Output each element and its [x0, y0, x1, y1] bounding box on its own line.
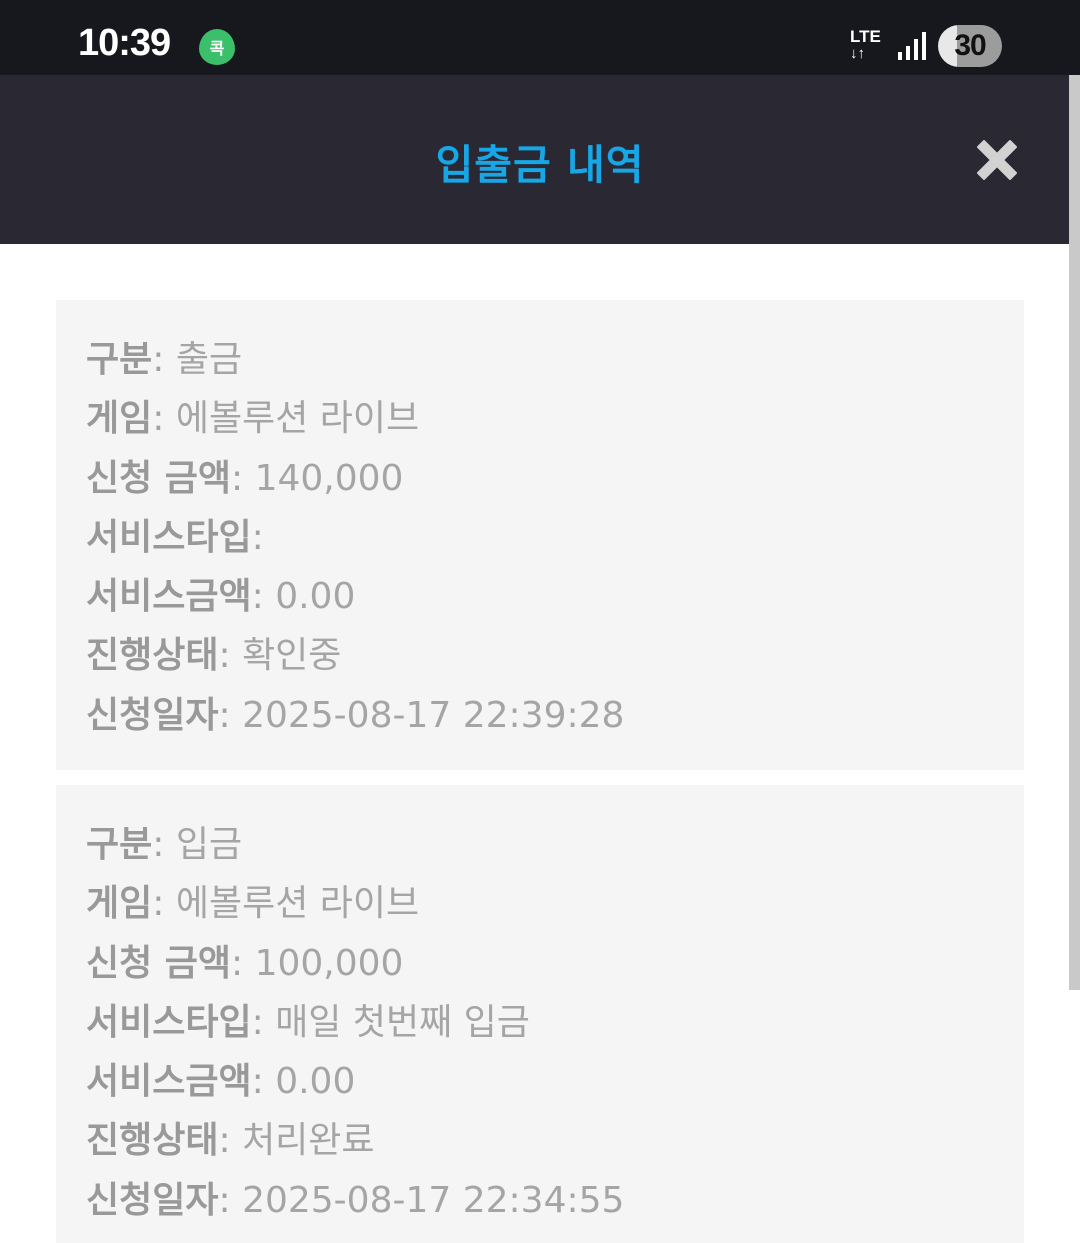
transaction-card: 구분: 출금 게임: 에볼루션 라이브 신청 금액: 140,000 서비스타입… — [56, 300, 1024, 770]
separator: : — [218, 694, 243, 736]
date-value: 2025-08-17 22:39:28 — [242, 694, 625, 736]
service-amount-label: 서비스금액 — [86, 1061, 252, 1103]
battery-icon: 30 — [938, 25, 1002, 67]
type-row: 구분: 출금 — [86, 330, 1024, 389]
status-value: 처리완료 — [242, 1120, 375, 1162]
status-bar: 10:39 콕 LTE ↓↑ 30 — [0, 0, 1080, 75]
service-type-label: 서비스타입 — [86, 1001, 252, 1043]
amount-row: 신청 금액: 100,000 — [86, 934, 1024, 993]
separator: : — [231, 942, 255, 984]
game-row: 게임: 에볼루션 라이브 — [86, 874, 1024, 933]
separator: : — [152, 824, 176, 865]
type-label: 구분 — [86, 339, 153, 380]
page-title: 입출금 내역 — [435, 141, 645, 189]
service-amount-label: 서비스금액 — [86, 576, 252, 618]
amount-label: 신청 금액 — [86, 457, 232, 499]
status-time: 10:39 — [78, 22, 171, 64]
separator: : — [251, 1001, 276, 1043]
status-label: 진행상태 — [86, 1120, 219, 1162]
amount-value: 100,000 — [254, 942, 404, 984]
type-row: 구분: 입금 — [86, 815, 1024, 874]
service-type-value: 매일 첫번째 입금 — [275, 1001, 530, 1043]
separator: : — [218, 1120, 243, 1162]
date-row: 신청일자: 2025-08-17 22:39:28 — [86, 686, 1024, 745]
separator: : — [251, 516, 264, 558]
service-amount-value: 0.00 — [275, 576, 356, 618]
transaction-card: 구분: 입금 게임: 에볼루션 라이브 신청 금액: 100,000 서비스타입… — [56, 785, 1024, 1243]
status-row: 진행상태: 처리완료 — [86, 1111, 1024, 1170]
scrollbar[interactable] — [1069, 75, 1080, 990]
service-type-label: 서비스타입 — [86, 516, 252, 558]
game-label: 게임 — [86, 398, 153, 440]
date-label: 신청일자 — [86, 1179, 219, 1221]
separator: : — [231, 457, 255, 499]
data-arrows-icon: ↓↑ — [850, 45, 865, 62]
separator: : — [152, 339, 176, 380]
app-notification-icon: 콕 — [199, 29, 235, 65]
status-row: 진행상태: 확인중 — [86, 626, 1024, 685]
amount-row: 신청 금액: 140,000 — [86, 449, 1024, 508]
lte-label: LTE — [850, 27, 881, 46]
service-amount-value: 0.00 — [275, 1061, 356, 1103]
battery-level: 30 — [954, 29, 986, 62]
service-type-row: 서비스타입: 매일 첫번째 입금 — [86, 993, 1024, 1052]
signal-strength-icon — [898, 32, 926, 60]
separator: : — [218, 635, 243, 677]
service-amount-row: 서비스금액: 0.00 — [86, 567, 1024, 626]
amount-value: 140,000 — [254, 457, 404, 499]
date-value: 2025-08-17 22:34:55 — [242, 1179, 625, 1221]
separator: : — [251, 576, 276, 618]
separator: : — [152, 398, 176, 440]
separator: : — [251, 1061, 276, 1103]
type-label: 구분 — [86, 824, 153, 865]
close-icon[interactable] — [970, 133, 1024, 187]
page-header: 입출금 내역 — [0, 75, 1080, 244]
separator: : — [152, 883, 176, 925]
service-amount-row: 서비스금액: 0.00 — [86, 1052, 1024, 1111]
type-value: 출금 — [175, 339, 243, 380]
status-label: 진행상태 — [86, 635, 219, 677]
game-label: 게임 — [86, 883, 153, 925]
lte-network-icon: LTE ↓↑ — [850, 28, 888, 66]
status-value: 확인중 — [242, 635, 342, 677]
type-value: 입금 — [175, 824, 243, 865]
date-label: 신청일자 — [86, 694, 219, 736]
separator: : — [218, 1179, 243, 1221]
service-type-row: 서비스타입: — [86, 508, 1024, 567]
game-row: 게임: 에볼루션 라이브 — [86, 389, 1024, 448]
date-row: 신청일자: 2025-08-17 22:34:55 — [86, 1171, 1024, 1230]
game-value: 에볼루션 라이브 — [175, 398, 420, 440]
amount-label: 신청 금액 — [86, 942, 232, 984]
game-value: 에볼루션 라이브 — [175, 883, 420, 925]
